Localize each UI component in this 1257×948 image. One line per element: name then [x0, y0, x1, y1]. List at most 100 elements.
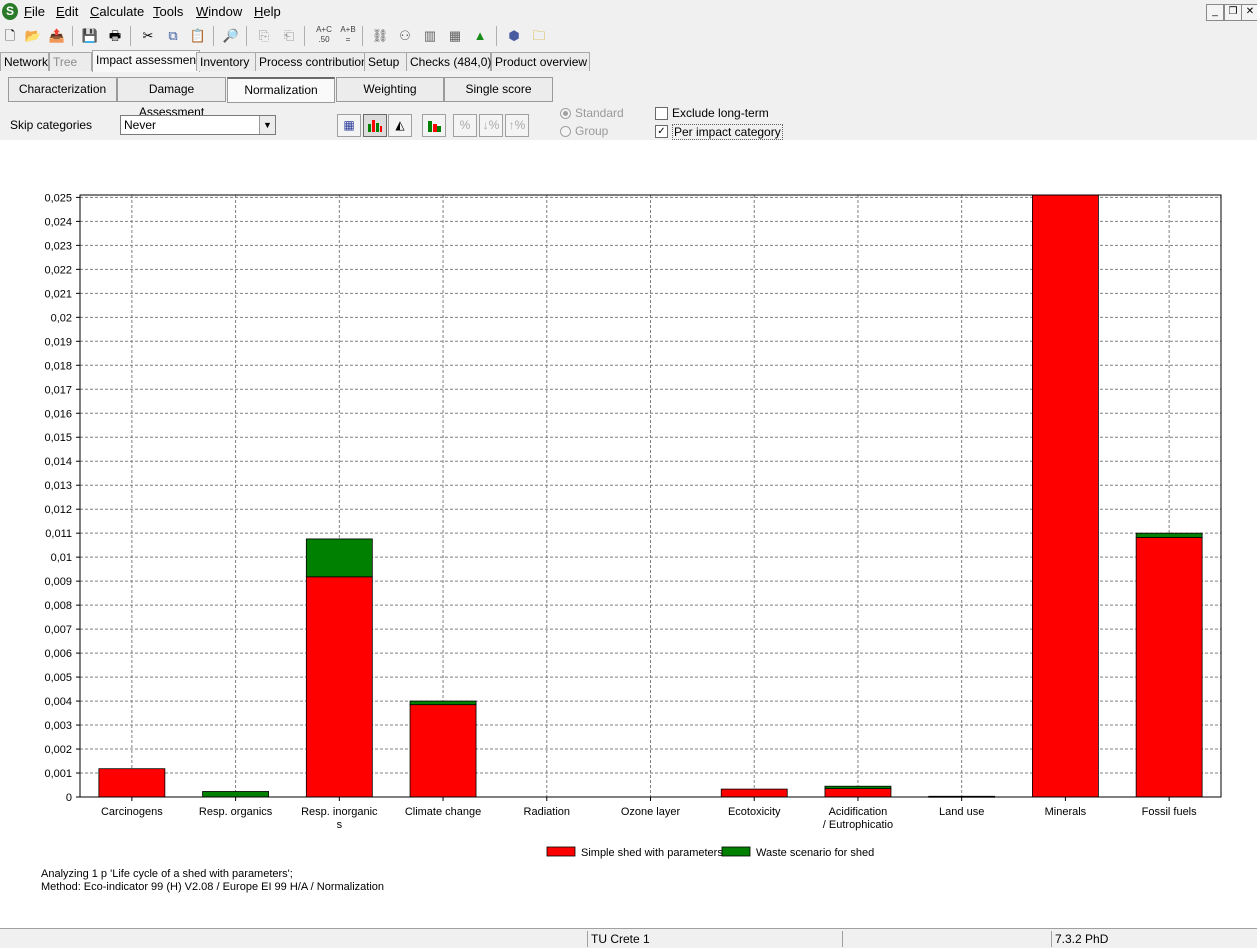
y-tick-label: 0,009 — [44, 576, 72, 588]
y-tick-label: 0,02 — [51, 312, 72, 324]
y-tick-label: 0,007 — [44, 624, 72, 636]
new-document-icon[interactable]: 🗋 — [0, 26, 20, 46]
group-radio[interactable] — [560, 126, 571, 137]
tree-icon[interactable]: ⚇ — [395, 26, 415, 46]
tab-product-overview[interactable]: Product overview — [491, 52, 590, 71]
calc-a-plus-b-icon[interactable]: A+B = — [336, 25, 360, 47]
table-view-icon[interactable]: ▦ — [337, 114, 361, 137]
save-icon[interactable]: 💾 — [80, 26, 100, 46]
x-tick-label: s — [337, 819, 343, 831]
close-icon[interactable]: ✕ — [1241, 4, 1257, 21]
y-tick-label: 0,015 — [44, 432, 72, 444]
y-tick-label: 0,001 — [44, 768, 72, 780]
cut-icon[interactable]: ✂ — [138, 26, 158, 46]
skip-categories-select[interactable]: Never ▼ — [120, 115, 276, 135]
y-tick-label: 0,013 — [44, 480, 72, 492]
toolbar-separator — [213, 26, 214, 46]
y-tick-label: 0,006 — [44, 648, 72, 660]
tab-inventory[interactable]: Inventory — [196, 52, 258, 71]
x-tick-label: Ozone layer — [621, 806, 681, 818]
tab-checks[interactable]: Checks (484,0) — [406, 52, 491, 71]
subtab-damage-assessment[interactable]: Damage Assessment — [117, 77, 226, 119]
tab-network[interactable]: Network — [0, 52, 49, 71]
copy-icon[interactable]: ⧉ — [163, 26, 183, 46]
y-tick-label: 0,003 — [44, 720, 72, 732]
per-impact-category-label: Per impact category — [672, 124, 783, 140]
open-project-icon[interactable]: 📤 — [47, 26, 67, 46]
menu-calculate[interactable]: Calculate — [90, 4, 144, 19]
calc-a-plus-c-icon[interactable]: A+C .50 — [312, 25, 336, 47]
copy-to-icon[interactable]: ⎘ — [254, 26, 274, 46]
minimize-icon[interactable]: _ — [1206, 4, 1224, 21]
y-tick-label: 0,023 — [44, 240, 72, 252]
x-tick-label: Land use — [939, 806, 984, 818]
legend-label: Simple shed with parameters — [581, 847, 723, 859]
x-tick-label: Resp. inorganic — [301, 806, 378, 818]
comparison-chart-icon[interactable]: ▦ — [445, 26, 465, 46]
stacked-chart-glyph — [428, 121, 441, 132]
menu-window[interactable]: Window — [196, 4, 242, 19]
menu-help-mnemonic: H — [254, 4, 264, 19]
bar-waste-scenario — [1135, 532, 1203, 538]
subtab-weighting[interactable]: Weighting — [336, 77, 444, 102]
y-tick-label: 0,012 — [44, 504, 72, 516]
restore-icon[interactable]: ❐ — [1224, 4, 1242, 21]
package-icon[interactable]: ⬢ — [504, 26, 524, 46]
subtab-single-score[interactable]: Single score — [444, 77, 553, 102]
menu-tools[interactable]: Tools — [153, 4, 183, 19]
tab-process-contribution[interactable]: Process contribution — [255, 52, 368, 71]
legend-swatch — [546, 846, 576, 857]
stacked-chart-icon[interactable] — [422, 114, 446, 137]
distribution-icon[interactable]: ▲ — [470, 26, 490, 46]
menu-file-mnemonic: F — [24, 4, 32, 19]
menu-file[interactable]: File — [24, 4, 45, 19]
subtab-characterization[interactable]: Characterization — [8, 77, 117, 102]
network-icon[interactable]: ⛓ — [370, 26, 390, 46]
menu-file-label: ile — [31, 4, 45, 19]
menu-edit[interactable]: Edit — [56, 4, 78, 19]
y-tick-labels: 0 0,001 0,002 0,003 0,004 0,005 0,006 0,007 0,00… — [44, 192, 80, 804]
print-icon[interactable]: 🖶 — [105, 26, 125, 46]
status-empty — [842, 931, 1051, 947]
x-tick-label: Resp. organics — [199, 806, 273, 818]
percent-icon[interactable]: % — [453, 114, 477, 137]
menu-help[interactable]: Help — [254, 4, 281, 19]
paste-from-icon[interactable]: ⎗ — [279, 26, 299, 46]
y-tick-label: 0,022 — [44, 264, 72, 276]
x-tick-label: Climate change — [405, 806, 481, 818]
y-tick-label: 0,017 — [44, 384, 72, 396]
bar-simple-shed — [305, 576, 373, 798]
group-label: Group — [575, 124, 609, 138]
sort-percent-down-icon[interactable]: ↓% — [479, 114, 503, 137]
bar-waste-scenario — [202, 791, 269, 798]
per-impact-category-checkbox[interactable]: ✓ — [655, 125, 668, 138]
tab-setup[interactable]: Setup — [364, 52, 408, 71]
menu-window-label: indow — [208, 4, 243, 19]
chevron-down-icon[interactable]: ▼ — [259, 116, 275, 134]
toolbar-separator — [304, 26, 305, 46]
y-tick-label: 0,002 — [44, 744, 72, 756]
sort-percent-up-icon[interactable]: ↑% — [505, 114, 529, 137]
calc-a-plus-b-top: A+B — [340, 25, 356, 34]
bar-chart-icon[interactable]: ▥ — [420, 26, 440, 46]
subtab-normalization[interactable]: Normalization — [227, 77, 335, 103]
tab-tree[interactable]: Tree — [49, 52, 92, 71]
x-tick-label: Radiation — [524, 806, 570, 818]
tab-impact-assessment[interactable]: Impact assessment — [92, 50, 200, 72]
find-icon[interactable]: 🔎 — [221, 26, 241, 46]
standard-radio[interactable] — [560, 108, 571, 119]
y-tick-label: 0,024 — [44, 216, 72, 228]
chart-view-icon[interactable] — [363, 114, 387, 137]
bar-simple-shed — [1135, 537, 1203, 798]
folder-icon[interactable]: 🗀 — [529, 26, 549, 46]
triangle-chart-icon[interactable]: ◭ — [388, 114, 412, 137]
paste-icon[interactable]: 📋 — [188, 26, 208, 46]
x-tick-label: Fossil fuels — [1142, 806, 1198, 818]
open-folder-icon[interactable]: 📂 — [23, 26, 43, 46]
exclude-long-term-checkbox[interactable] — [655, 107, 668, 120]
bar-simple-shed — [824, 788, 892, 798]
status-version: 7.3.2 PhD — [1051, 931, 1255, 947]
skip-categories-value: Never — [124, 118, 157, 132]
exclude-long-term-label: Exclude long-term — [672, 106, 769, 120]
y-tick-label: 0,01 — [51, 552, 72, 564]
